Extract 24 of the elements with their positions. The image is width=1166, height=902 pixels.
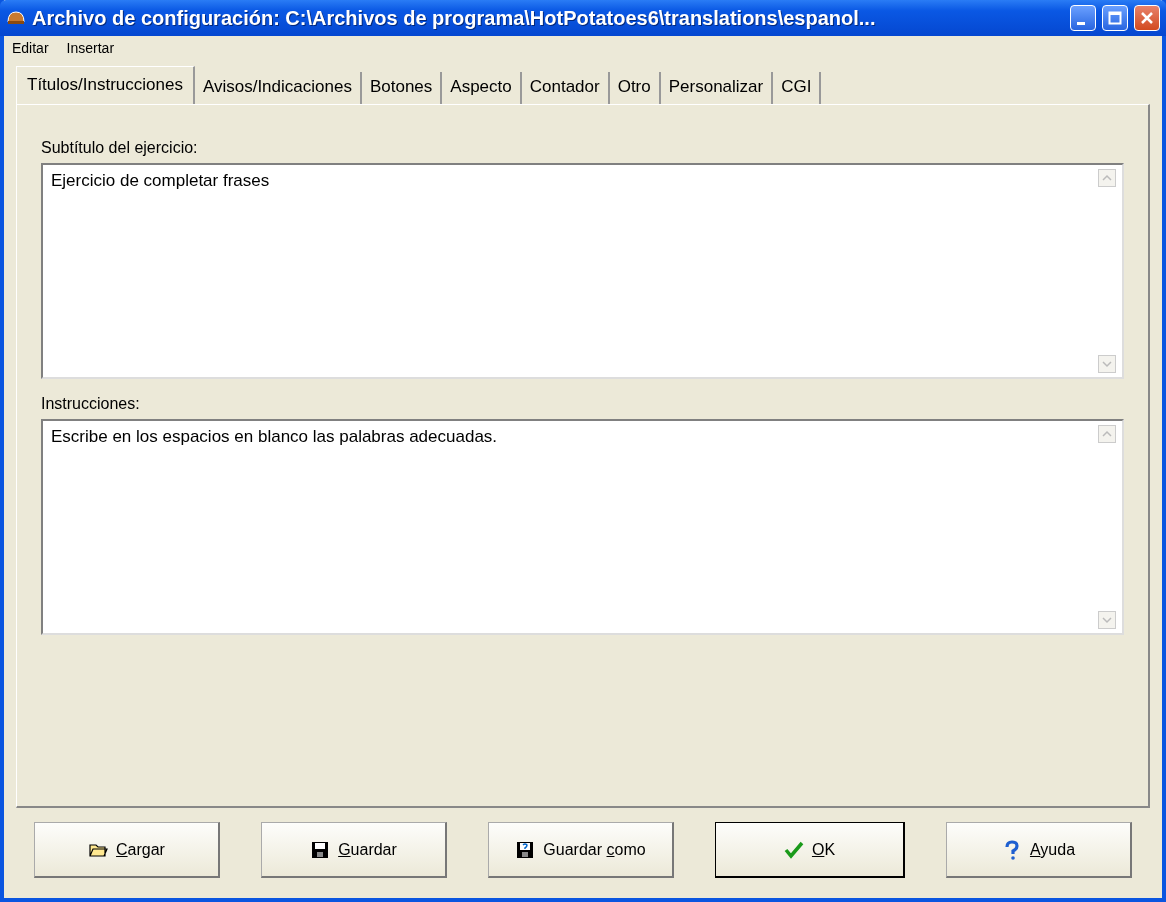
menu-item[interactable]: Editar xyxy=(12,40,49,56)
maximize-icon xyxy=(1108,11,1122,25)
text-area[interactable]: Ejercicio de completar frases xyxy=(41,163,1124,379)
dialog-button[interactable]: OK xyxy=(715,822,905,878)
maximize-button[interactable] xyxy=(1102,5,1128,31)
field-label: Instrucciones: xyxy=(41,395,141,413)
scroll-down-icon[interactable] xyxy=(1098,355,1116,373)
field-label: Subtítulo del ejercicio: xyxy=(41,139,199,157)
minimize-icon xyxy=(1077,21,1085,25)
scroll-up-icon[interactable] xyxy=(1098,425,1116,443)
dialog-button[interactable]: Ayuda xyxy=(946,822,1132,878)
dialog-button[interactable]: Cargar xyxy=(34,822,220,878)
close-button[interactable] xyxy=(1134,5,1160,31)
scroll-up-icon[interactable] xyxy=(1098,169,1116,187)
dialog-button[interactable]: Guardar xyxy=(261,822,447,878)
close-icon xyxy=(1140,11,1154,25)
tab[interactable]: Títulos/Instrucciones xyxy=(16,66,195,105)
text-area[interactable]: Escribe en los espacios en blanco las palabras adecuadas. xyxy=(41,419,1124,635)
minimize-button[interactable] xyxy=(1070,5,1096,31)
check-icon xyxy=(783,839,804,860)
scroll-down-icon[interactable] xyxy=(1098,611,1116,629)
menu-item[interactable]: Insertar xyxy=(66,40,115,56)
window-title: Archivo de configuración: C:\Archivos de programa\HotPotatoes6\translations\espanol... xyxy=(32,6,877,30)
dialog-button[interactable]: Guardar como xyxy=(488,822,674,878)
